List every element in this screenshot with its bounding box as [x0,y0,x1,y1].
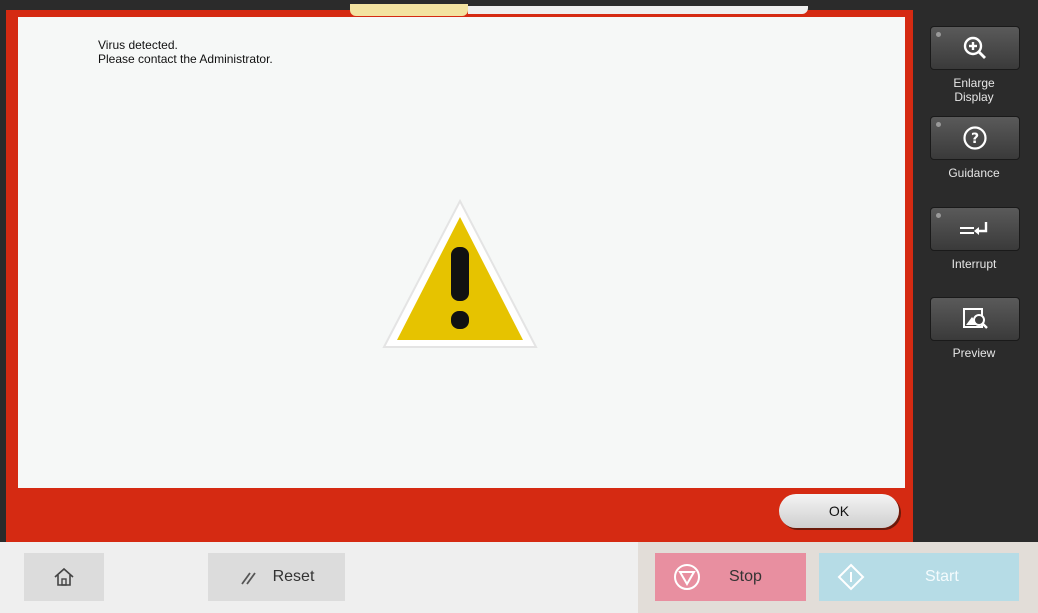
svg-text:?: ? [971,131,979,147]
indicator-dot [936,32,941,37]
guidance-button[interactable]: ? [930,116,1020,160]
start-button[interactable]: Start [819,553,1019,601]
help-icon: ? [963,126,987,150]
preview-button[interactable] [930,297,1020,341]
enlarge-display-button[interactable] [930,26,1020,70]
interrupt-button[interactable] [930,207,1020,251]
indicator-dot [936,213,941,218]
warning-triangle-icon [382,198,538,348]
guidance-label: Guidance [948,166,1000,180]
start-icon [837,563,865,591]
reset-icon [240,572,256,585]
alert-message: Virus detected. Please contact the Admin… [98,38,273,66]
zoom-in-icon [963,36,986,59]
stop-label: Stop [729,568,762,585]
message-line-1: Virus detected. [98,38,178,52]
enlarge-display-label: Enlarge Display [953,76,995,104]
top-tab [468,6,808,14]
interrupt-label: Interrupt [951,257,997,271]
stop-icon [674,564,700,590]
stop-button[interactable]: Stop [655,553,806,601]
interrupt-icon [960,222,988,235]
home-button[interactable] [24,553,104,601]
message-line-2: Please contact the Administrator. [98,52,273,66]
reset-label: Reset [272,568,315,585]
preview-label: Preview [952,346,996,360]
home-icon [54,567,74,586]
reset-button[interactable]: Reset [208,553,345,601]
ok-button[interactable]: OK [779,494,899,528]
indicator-dot [936,122,941,127]
top-handle[interactable] [350,4,468,16]
start-label: Start [925,568,959,585]
preview-icon [963,308,988,329]
